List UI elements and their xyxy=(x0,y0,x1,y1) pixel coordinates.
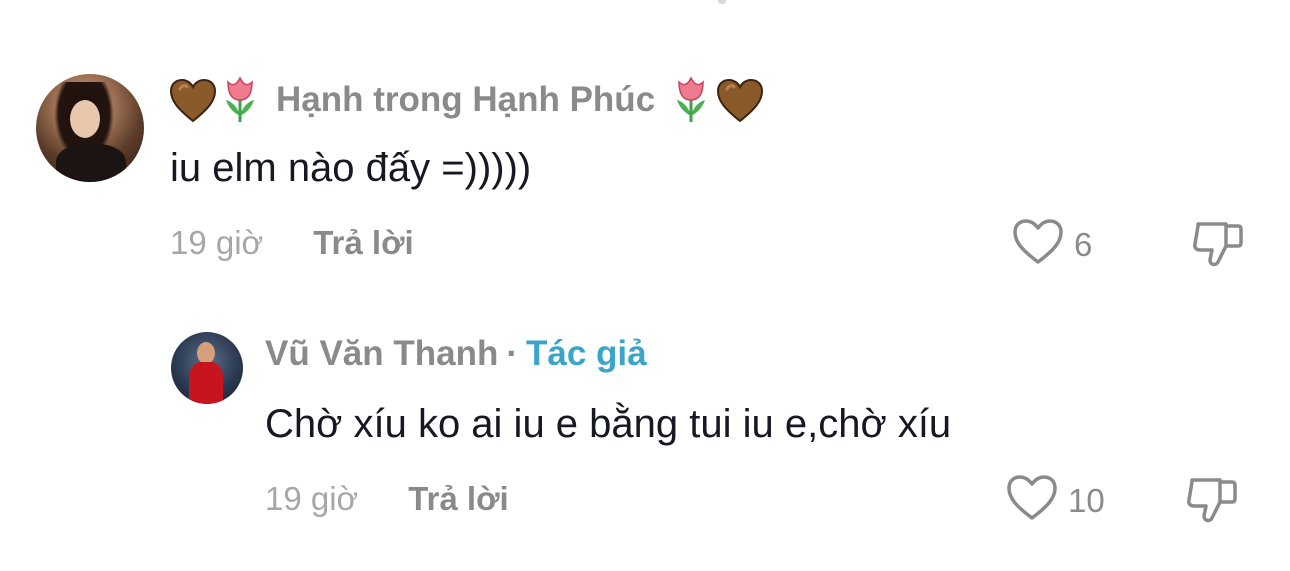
comment-author-row[interactable]: Hạnh trong Hạnh Phúc xyxy=(170,76,764,124)
like-count: 6 xyxy=(1074,225,1093,263)
comment-time: 19 giờ xyxy=(170,224,264,261)
comment-text: iu elm nào đấy =))))) xyxy=(170,146,532,190)
separator-dot: · xyxy=(506,334,519,373)
like-button[interactable]: 10 xyxy=(1006,474,1105,527)
tulip-icon xyxy=(220,76,260,124)
comment-author-name[interactable]: Hạnh trong Hạnh Phúc xyxy=(276,80,655,120)
scroll-edge-marker xyxy=(718,0,726,4)
tulip-icon xyxy=(671,76,711,124)
like-button[interactable]: 6 xyxy=(1012,218,1092,271)
thumbs-down-icon[interactable] xyxy=(1190,222,1246,274)
reply-time: 19 giờ xyxy=(265,480,359,517)
brown-heart-icon xyxy=(170,79,216,123)
dislike-button[interactable] xyxy=(1184,474,1240,531)
comment-meta: 19 giờ Trả lời xyxy=(170,224,414,262)
reply-author-row[interactable]: Vũ Văn Thanh · Tác giả xyxy=(265,334,647,374)
author-badge: Tác giả xyxy=(526,334,647,373)
avatar[interactable] xyxy=(36,74,144,182)
dislike-button[interactable] xyxy=(1190,218,1246,275)
heart-outline-icon[interactable] xyxy=(1012,218,1064,271)
brown-heart-icon xyxy=(717,79,764,123)
like-count: 10 xyxy=(1068,481,1105,519)
reply-button[interactable]: Trả lời xyxy=(408,480,509,518)
heart-outline-icon[interactable] xyxy=(1006,474,1058,527)
reply-meta: 19 giờ Trả lời xyxy=(265,480,509,518)
avatar[interactable] xyxy=(171,332,243,404)
thumbs-down-icon[interactable] xyxy=(1184,478,1240,530)
reply-author-name[interactable]: Vũ Văn Thanh xyxy=(265,334,498,374)
reply-button[interactable]: Trả lời xyxy=(313,224,414,262)
reply-text: Chờ xíu ko ai iu e bằng tui iu e,chờ xíu xyxy=(265,402,952,446)
